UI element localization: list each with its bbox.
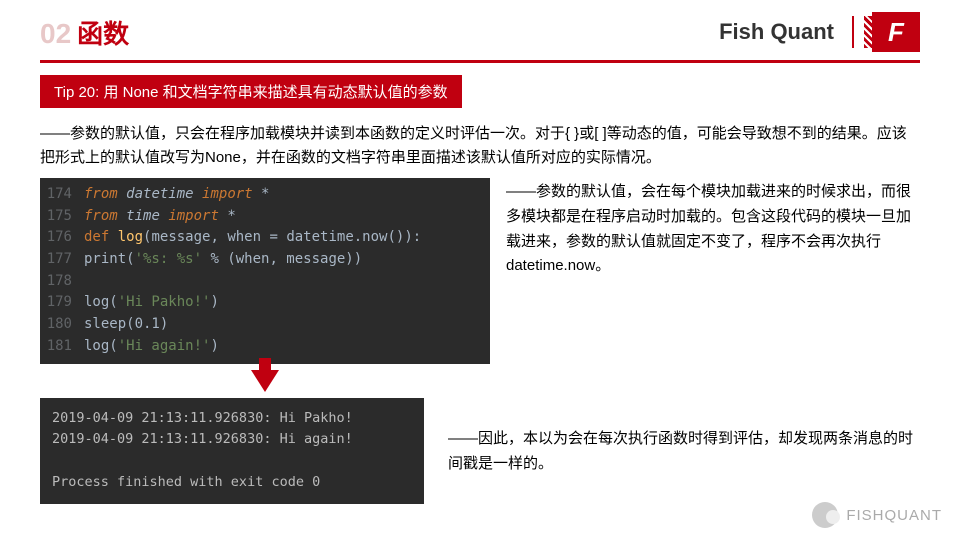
code-block: 174from datetime import *175from time im… — [40, 178, 490, 364]
intro-paragraph: ——参数的默认值，只会在程序加载模块并读到本函数的定义时评估一次。对于{ }或[… — [40, 122, 920, 170]
chapter-title: 函数 — [77, 14, 129, 51]
line-number: 179 — [40, 292, 84, 314]
code-line: 174from datetime import * — [40, 184, 490, 206]
divider — [852, 16, 854, 48]
watermark-text: FISHQUANT — [846, 507, 942, 524]
line-number: 176 — [40, 227, 84, 249]
code-line: 181log('Hi again!') — [40, 336, 490, 358]
watermark: FISHQUANT — [812, 502, 942, 528]
code-line: 179log('Hi Pakho!') — [40, 292, 490, 314]
line-number: 178 — [40, 271, 84, 293]
line-number: 174 — [40, 184, 84, 206]
wechat-icon — [812, 502, 838, 528]
side-note-1: ——参数的默认值，会在每个模块加载进来的时候求出，而很多模块都是在程序启动时加载… — [506, 178, 920, 279]
header-left: 02 函数 — [40, 14, 129, 51]
code-text: print('%s: %s' % (when, message)) — [84, 249, 362, 271]
side-note-2: ——因此，本以为会在每次执行函数时得到评估，却发现两条消息的时间戳是一样的。 — [448, 425, 920, 477]
code-line: 180sleep(0.1) — [40, 314, 490, 336]
code-text: sleep(0.1) — [84, 314, 168, 336]
tip-banner: Tip 20: 用 None 和文档字符串来描述具有动态默认值的参数 — [40, 75, 462, 108]
row-code-and-note: 174from datetime import *175from time im… — [40, 178, 920, 364]
code-text: log('Hi Pakho!') — [84, 292, 219, 314]
line-number: 181 — [40, 336, 84, 358]
brand-name: Fish Quant — [719, 19, 834, 45]
line-number: 180 — [40, 314, 84, 336]
logo-icon: F — [872, 12, 920, 52]
header: 02 函数 Fish Quant F — [0, 0, 960, 60]
row-output-and-note: 2019-04-09 21:13:11.926830: Hi Pakho! 20… — [40, 398, 920, 504]
line-number: 175 — [40, 206, 84, 228]
code-text: from datetime import * — [84, 184, 269, 206]
code-line: 178 — [40, 271, 490, 293]
code-text: from time import * — [84, 206, 236, 228]
code-text: log('Hi again!') — [84, 336, 219, 358]
line-number: 177 — [40, 249, 84, 271]
output-block: 2019-04-09 21:13:11.926830: Hi Pakho! 20… — [40, 398, 424, 504]
header-right: Fish Quant F — [719, 12, 920, 52]
code-line: 177 print('%s: %s' % (when, message)) — [40, 249, 490, 271]
content: Tip 20: 用 None 和文档字符串来描述具有动态默认值的参数 ——参数的… — [0, 63, 960, 504]
code-line: 175from time import * — [40, 206, 490, 228]
arrow-down-icon — [251, 370, 279, 392]
code-line: 176def log(message, when = datetime.now(… — [40, 227, 490, 249]
code-text: def log(message, when = datetime.now()): — [84, 227, 421, 249]
arrow-wrap — [40, 364, 490, 398]
chapter-number: 02 — [40, 18, 71, 50]
